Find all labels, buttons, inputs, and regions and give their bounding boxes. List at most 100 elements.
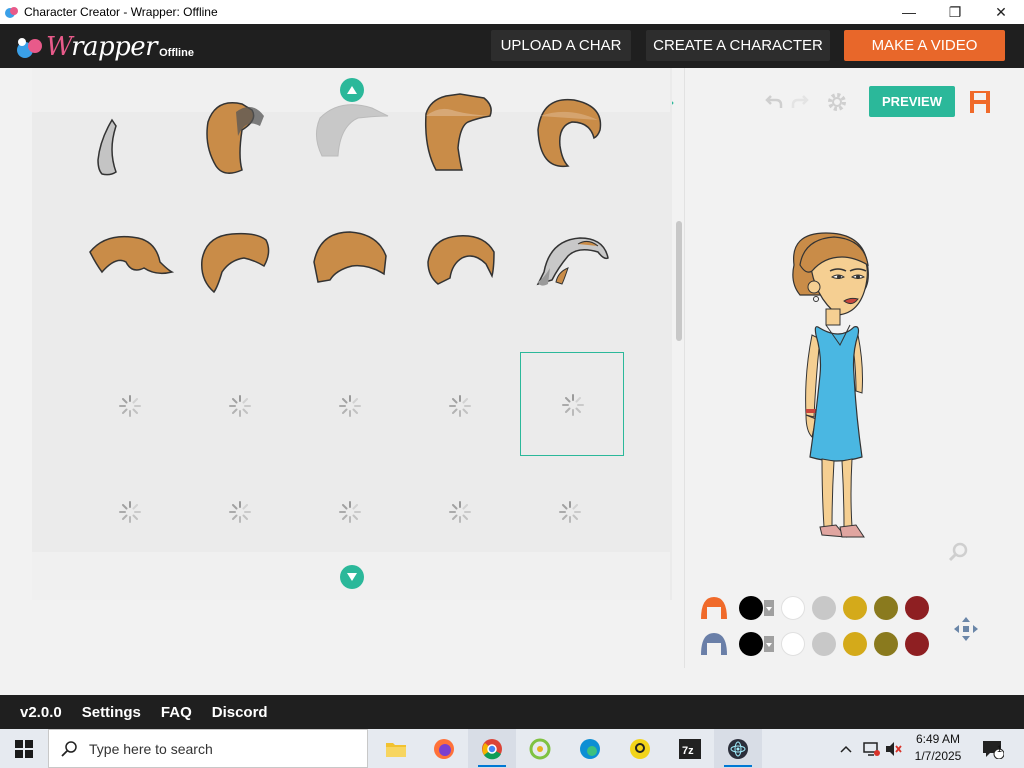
loading-cell-selected[interactable] xyxy=(520,352,624,456)
hair-item[interactable] xyxy=(76,100,180,204)
loading-cell xyxy=(188,354,292,458)
loading-cell xyxy=(78,354,182,458)
hair-item[interactable] xyxy=(518,86,622,190)
loading-spinner-icon xyxy=(119,395,141,417)
search-icon xyxy=(61,740,77,757)
hair-item[interactable] xyxy=(408,86,512,190)
tray-show-hidden[interactable] xyxy=(836,729,856,768)
discord-link[interactable]: Discord xyxy=(212,704,268,721)
settings-link[interactable]: Settings xyxy=(82,704,141,721)
grid-scrollbar[interactable] xyxy=(676,221,682,341)
color-swatch-gray[interactable] xyxy=(812,596,836,620)
logo-subtitle: Offline xyxy=(159,47,194,59)
color-swatch-black[interactable] xyxy=(739,632,763,656)
close-button[interactable]: ✕ xyxy=(978,0,1024,24)
hair-item-image xyxy=(97,118,117,176)
window-title-bar: Character Creator - Wrapper: Offline — ❐… xyxy=(0,0,1024,24)
version-link[interactable]: v2.0.0 xyxy=(20,704,62,721)
scroll-up-button[interactable] xyxy=(340,78,364,102)
color-swatch-olive[interactable] xyxy=(874,632,898,656)
hair-item[interactable] xyxy=(186,212,290,316)
chevron-up-icon xyxy=(840,745,852,753)
swatch-dropdown-icon[interactable] xyxy=(764,636,774,652)
chrome-icon xyxy=(482,738,502,759)
hair-item[interactable] xyxy=(186,86,290,190)
taskbar-search-box[interactable]: Type here to search xyxy=(48,729,368,768)
logo-w-letter: W xyxy=(46,32,72,62)
clock-time: 6:49 AM xyxy=(915,732,961,746)
tray-notifications[interactable]: 1 xyxy=(980,729,1006,768)
app-icon xyxy=(5,7,18,18)
taskbar-app-green[interactable] xyxy=(516,729,564,768)
logo-text: Wrapper xyxy=(46,32,158,62)
color-swatch-white[interactable] xyxy=(781,596,805,620)
hair-item[interactable] xyxy=(408,212,512,316)
wrapper-logo[interactable]: Wrapper Offline xyxy=(16,30,194,62)
loading-cell xyxy=(408,354,512,458)
app-yellow-icon xyxy=(630,738,650,759)
swatch-dropdown-icon[interactable] xyxy=(764,600,774,616)
zoom-icon[interactable] xyxy=(948,541,970,563)
app-green-icon xyxy=(529,738,551,759)
redo-icon[interactable] xyxy=(791,92,809,110)
window-title: Character Creator - Wrapper: Offline xyxy=(24,5,218,19)
hair-item-image xyxy=(427,235,495,285)
taskbar-electron[interactable] xyxy=(714,729,762,768)
triangle-down-icon xyxy=(347,573,357,581)
color-swatch-olive[interactable] xyxy=(874,596,898,620)
taskbar-file-explorer[interactable] xyxy=(372,729,420,768)
faq-link[interactable]: FAQ xyxy=(161,704,192,721)
preview-button[interactable]: PREVIEW xyxy=(869,86,955,117)
search-placeholder: Type here to search xyxy=(89,740,213,757)
color-swatch-white[interactable] xyxy=(781,632,805,656)
loading-spinner-icon xyxy=(562,394,584,416)
color-swatch-maroon[interactable] xyxy=(905,632,929,656)
clock-date: 1/7/2025 xyxy=(914,749,962,763)
loading-spinner-icon xyxy=(449,501,471,523)
make-video-button[interactable]: MAKE A VIDEO xyxy=(844,30,1005,61)
loading-cell xyxy=(78,564,182,600)
taskbar-clock[interactable]: 6:49 AM 1/7/2025 xyxy=(902,731,974,767)
save-icon[interactable] xyxy=(969,90,991,114)
loading-cell xyxy=(408,460,512,564)
color-swatch-maroon[interactable] xyxy=(905,596,929,620)
loading-cell xyxy=(298,354,402,458)
triangle-up-icon xyxy=(347,86,357,94)
taskbar-chrome[interactable] xyxy=(468,729,516,768)
loading-cell xyxy=(188,460,292,564)
loading-cell xyxy=(298,460,402,564)
character-preview[interactable] xyxy=(770,225,900,545)
color-swatch-gold[interactable] xyxy=(843,632,867,656)
electron-icon xyxy=(728,738,748,759)
taskbar-app-yellow[interactable] xyxy=(616,729,664,768)
panel-divider xyxy=(684,68,685,668)
tray-network[interactable] xyxy=(860,729,882,768)
color-swatch-gray[interactable] xyxy=(812,632,836,656)
hair-item-image xyxy=(201,232,270,294)
loading-cell xyxy=(188,564,292,600)
scroll-down-button[interactable] xyxy=(340,565,364,589)
app-header: Wrapper Offline UPLOAD A CHAR CREATE A C… xyxy=(0,24,1024,68)
taskbar-edge[interactable] xyxy=(566,729,614,768)
hair-item-image xyxy=(206,102,264,174)
minimize-button[interactable]: — xyxy=(886,0,932,24)
hair-color-row-icon xyxy=(701,597,727,619)
tray-volume[interactable] xyxy=(884,729,904,768)
hair-item[interactable] xyxy=(296,212,400,316)
hair-item[interactable] xyxy=(518,212,622,316)
taskbar-firefox[interactable] xyxy=(420,729,468,768)
taskbar-7zip[interactable]: 7z xyxy=(666,729,714,768)
move-arrows-icon[interactable] xyxy=(953,616,979,642)
gear-icon[interactable] xyxy=(826,91,848,113)
loading-cell xyxy=(518,460,622,564)
create-character-button[interactable]: CREATE A CHARACTER xyxy=(646,30,830,61)
restore-button[interactable]: ❐ xyxy=(932,0,978,24)
loading-cell xyxy=(408,564,512,600)
upload-char-button[interactable]: UPLOAD A CHAR xyxy=(491,30,631,61)
svg-text:7z: 7z xyxy=(682,745,694,757)
hair-item[interactable] xyxy=(76,212,180,316)
undo-icon[interactable] xyxy=(765,92,783,110)
start-button[interactable] xyxy=(0,729,48,768)
color-swatch-black[interactable] xyxy=(739,596,763,620)
color-swatch-gold[interactable] xyxy=(843,596,867,620)
